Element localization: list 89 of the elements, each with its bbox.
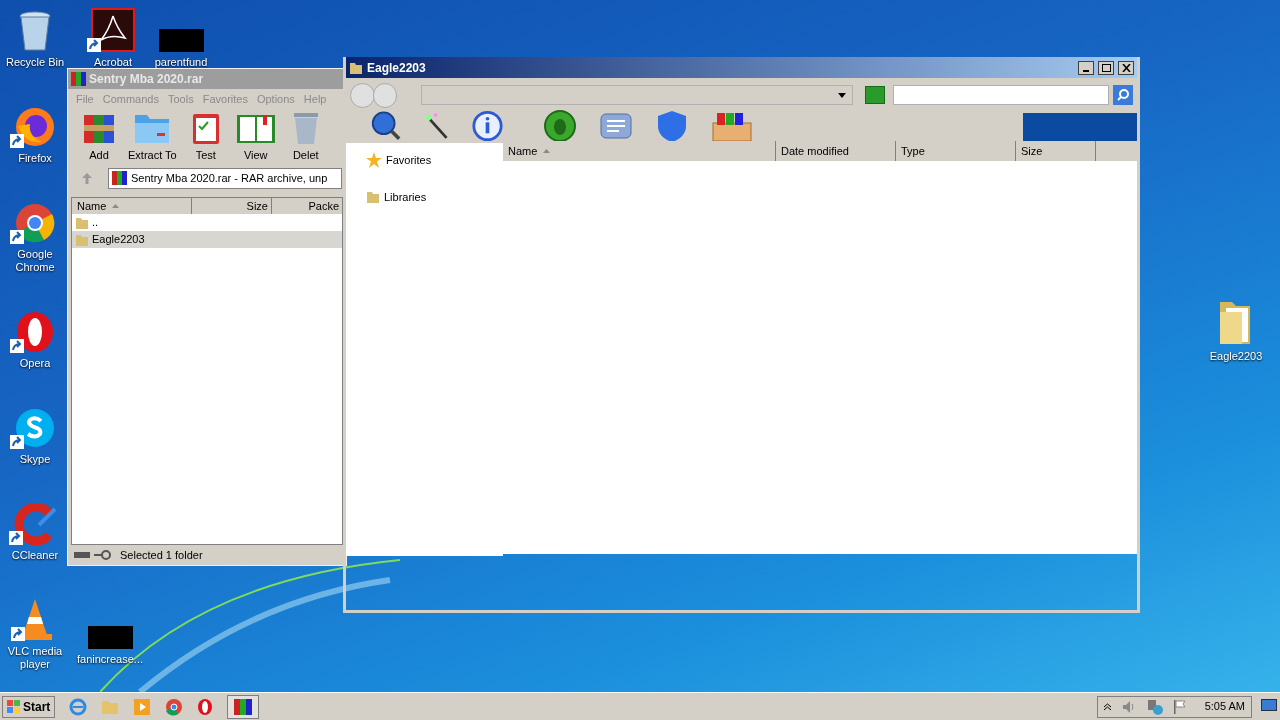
column-header[interactable]: Size	[1016, 141, 1096, 161]
speaker-icon[interactable]	[1120, 699, 1137, 714]
window-title: Eagle2203	[367, 59, 426, 77]
search-button[interactable]	[1113, 85, 1133, 105]
desktop-icon[interactable]: Recycle Bin	[4, 6, 66, 69]
toolbar-button[interactable]: Add	[78, 110, 120, 163]
search-icon	[1117, 89, 1130, 101]
redacted-icon	[87, 626, 133, 649]
folder-icon	[366, 189, 380, 204]
show-desktop-button[interactable]	[1261, 699, 1277, 711]
column-header[interactable]: Packe	[272, 198, 342, 214]
sort-arrow-icon	[112, 204, 120, 208]
clock[interactable]: 5:05 AM	[1204, 698, 1245, 715]
folder-icon	[349, 60, 363, 75]
desktop-icon[interactable]: parentfund	[150, 6, 212, 69]
address-field[interactable]	[421, 85, 853, 105]
search-field[interactable]	[892, 85, 1110, 105]
close-button[interactable]	[1118, 60, 1134, 75]
internet-explorer-icon[interactable]	[69, 697, 88, 716]
folder-icon	[75, 232, 89, 247]
start-button[interactable]: Start	[2, 695, 56, 718]
drive-key-icon	[74, 550, 114, 560]
icon-label: Skype	[19, 453, 51, 466]
toolbar-button[interactable]: Test	[184, 110, 227, 163]
path-field[interactable]: Sentry Mba 2020.rar - RAR archive, unp	[108, 167, 342, 189]
desktop-icon[interactable]: Opera	[4, 307, 66, 370]
firefox-icon	[14, 106, 56, 148]
window-title: Sentry Mba 2020.rar	[89, 71, 204, 88]
maximize-icon	[1101, 63, 1111, 72]
icon-label: VLC media player	[6, 645, 64, 671]
ccleaner-icon	[13, 503, 57, 545]
icon-label: Acrobat	[94, 56, 132, 69]
desktop-icon[interactable]: CCleaner	[4, 499, 66, 562]
desktop-icon[interactable]: fanincrease...	[79, 603, 141, 666]
icon-label: Firefox	[18, 152, 52, 165]
flag-icon[interactable]	[1172, 699, 1187, 714]
archive-taskbar-button[interactable]	[227, 694, 260, 719]
toolbar-button[interactable]: Delet	[284, 110, 327, 163]
column-header[interactable]: Name	[72, 198, 192, 214]
minimize-button[interactable]	[1078, 60, 1094, 75]
dropdown-arrow-icon	[837, 92, 846, 98]
column-header[interactable]: Type	[896, 141, 1016, 161]
desktop-icon[interactable]: VLC media player	[4, 595, 66, 671]
chrome-icon	[14, 202, 56, 244]
recycle-bin-icon	[18, 10, 52, 52]
column-header[interactable]: Name	[503, 141, 776, 161]
desktop-icon[interactable]: Skype	[4, 403, 66, 466]
icon-label: Google Chrome	[14, 248, 56, 274]
file-row[interactable]: ..	[72, 214, 342, 231]
column-header[interactable]: Date modified	[776, 141, 896, 161]
desktop-icon[interactable]: Firefox	[4, 102, 66, 165]
star-icon	[366, 152, 382, 169]
column-header[interactable]: Size	[192, 198, 272, 214]
folder-icon	[75, 215, 89, 230]
sort-arrow-icon	[543, 149, 551, 153]
maximize-button[interactable]	[1098, 60, 1114, 75]
close-icon	[1121, 63, 1131, 72]
magnifier-icon[interactable]	[370, 109, 401, 143]
info-icon[interactable]	[472, 109, 503, 143]
desktop-icon[interactable]: Acrobat	[82, 6, 144, 69]
icon-label: Eagle2203	[1209, 350, 1263, 363]
icon-label: fanincrease...	[77, 653, 144, 666]
chevron-up-icon[interactable]	[1103, 702, 1111, 711]
toolbar-button[interactable]: View	[234, 110, 277, 163]
archive-icon	[112, 171, 127, 185]
network-icon[interactable]	[1146, 698, 1163, 715]
opera-icon	[14, 311, 56, 353]
minimize-icon	[1083, 69, 1089, 72]
redacted-icon	[158, 29, 204, 52]
archive-icon	[71, 72, 86, 86]
toolbar-button[interactable]: Extract To	[128, 110, 177, 163]
nav-pane-item[interactable]: Favorites	[366, 152, 503, 169]
icon-label: CCleaner	[11, 549, 59, 562]
shield-icon[interactable]	[655, 109, 689, 143]
opera-icon[interactable]	[197, 697, 214, 716]
icon-label: parentfund	[154, 56, 208, 69]
windows-logo-icon	[7, 699, 21, 714]
file-row[interactable]: Eagle2203	[72, 231, 342, 248]
icon-label: Recycle Bin	[5, 56, 65, 69]
skype-icon	[14, 407, 56, 449]
acrobat-icon	[91, 8, 135, 52]
icon-label: Opera	[19, 357, 51, 370]
status-text: Selected 1 folder	[120, 547, 203, 563]
nav-pane-item[interactable]: Libraries	[366, 188, 503, 205]
refresh-button[interactable]	[864, 86, 885, 104]
desktop-icon[interactable]: Eagle2203	[1205, 300, 1267, 363]
archive-icon	[234, 698, 253, 715]
desktop-icon[interactable]: Google Chrome	[4, 198, 66, 274]
chrome-icon[interactable]	[165, 697, 184, 716]
